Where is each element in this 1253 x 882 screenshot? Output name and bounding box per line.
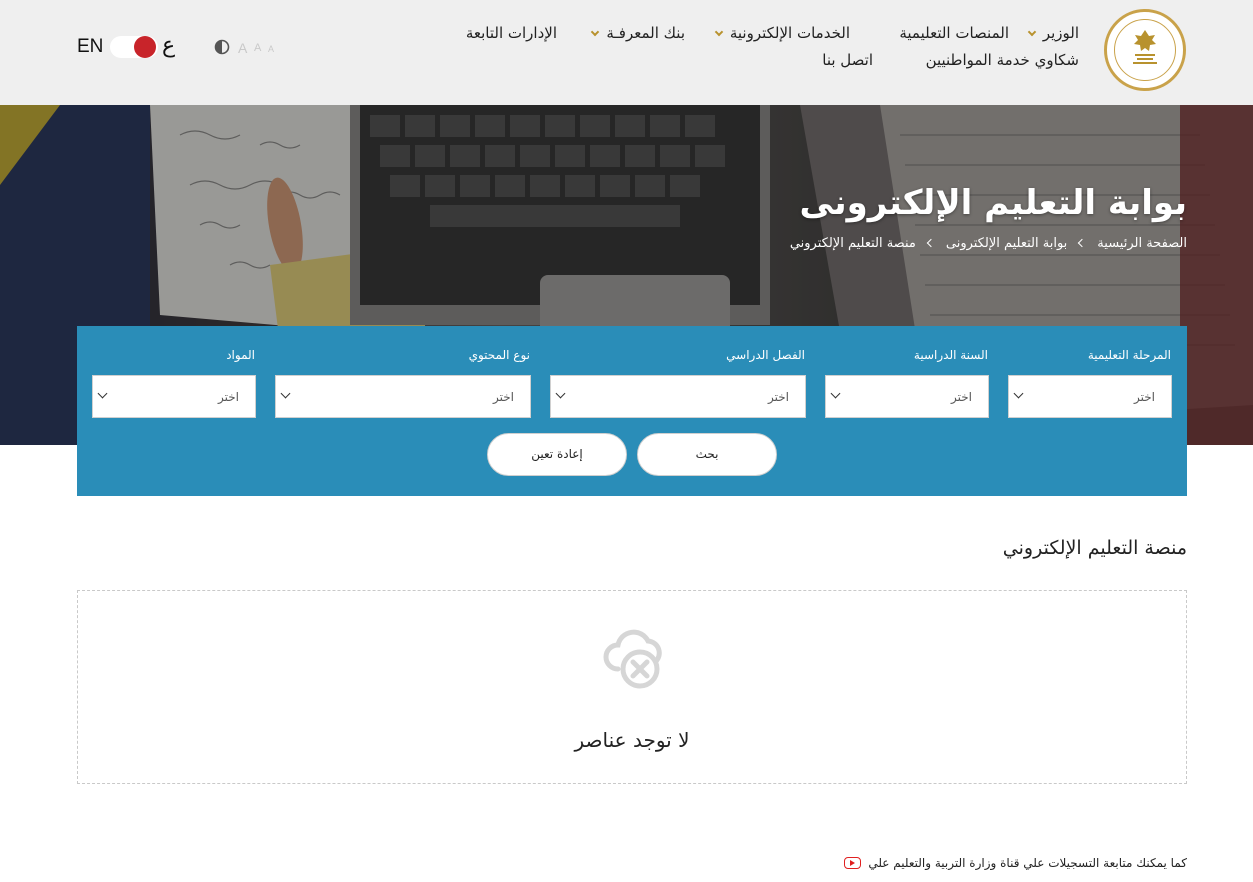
language-toggle[interactable] xyxy=(110,36,158,58)
footer-note: كما يمكنك متابعة التسجيلات علي قناة وزار… xyxy=(843,855,1187,870)
empty-message: لا توجد عناصر xyxy=(574,728,690,752)
chevron-down-icon xyxy=(1013,388,1024,399)
reset-button[interactable]: إعادة تعين xyxy=(487,433,627,476)
chevron-down-icon xyxy=(714,27,724,37)
nav-knowledge-bank[interactable]: بنك المعرفـة xyxy=(591,24,685,42)
chevron-left-icon xyxy=(926,238,936,248)
chevron-down-icon xyxy=(280,388,291,399)
year-label: السنة الدراسية xyxy=(913,348,988,362)
nav-educational-platforms[interactable]: المنصات التعليمية xyxy=(899,24,1009,42)
breadcrumb-elearning-portal[interactable]: بوابة التعليم الإلكترونى xyxy=(946,236,1067,251)
subjects-select[interactable]: اختر xyxy=(92,375,256,418)
filter-panel: المرحلة التعليمية اختر السنة الدراسية اخ… xyxy=(77,326,1187,496)
year-select[interactable]: اختر xyxy=(825,375,989,418)
lang-ar-label[interactable]: ع xyxy=(162,33,175,58)
chevron-down-icon xyxy=(1027,27,1037,37)
section-title: منصة التعليم الإلكتروني xyxy=(1002,537,1187,559)
stage-select[interactable]: اختر xyxy=(1008,375,1172,418)
search-button[interactable]: بحث xyxy=(637,433,777,476)
ministry-logo-icon[interactable] xyxy=(1104,9,1186,91)
youtube-icon[interactable] xyxy=(843,857,861,869)
no-items-cloud-icon xyxy=(603,629,662,689)
content-type-select[interactable]: اختر xyxy=(275,375,531,418)
term-select[interactable]: اختر xyxy=(550,375,806,418)
chevron-down-icon xyxy=(97,388,108,399)
toggle-knob xyxy=(134,36,156,58)
nav-contact-us[interactable]: اتصل بنا xyxy=(822,51,873,69)
site-header: الوزير المنصات التعليمية الخدمات الإلكتر… xyxy=(0,0,1253,105)
empty-state-box: لا توجد عناصر xyxy=(77,590,1187,784)
lang-en-label[interactable]: EN xyxy=(77,36,103,58)
content-type-label: نوع المحتوي xyxy=(468,348,530,362)
nav-citizen-complaints[interactable]: شكاوي خدمة المواطنيين xyxy=(926,51,1079,69)
breadcrumb-home[interactable]: الصفحة الرئيسية xyxy=(1097,236,1187,251)
font-size-small[interactable]: A xyxy=(268,44,274,54)
font-size-large[interactable]: A xyxy=(238,40,247,56)
breadcrumb: الصفحة الرئيسية بوابة التعليم الإلكترونى م… xyxy=(790,236,1187,251)
subjects-label: المواد xyxy=(226,348,255,362)
nav-e-services[interactable]: الخدمات الإلكترونية xyxy=(714,24,850,42)
page-title: بوابة التعليم الإلكترونى xyxy=(799,183,1187,223)
chevron-down-icon xyxy=(555,388,566,399)
font-size-medium[interactable]: A xyxy=(254,42,261,54)
footer-note-text: كما يمكنك متابعة التسجيلات علي قناة وزار… xyxy=(868,856,1187,870)
breadcrumb-current: منصة التعليم الإلكتروني xyxy=(789,236,916,251)
chevron-left-icon xyxy=(1078,238,1087,248)
contrast-icon[interactable] xyxy=(214,39,230,55)
nav-minister[interactable]: الوزير xyxy=(1027,24,1079,42)
stage-label: المرحلة التعليمية xyxy=(1087,348,1171,362)
term-label: الفصل الدراسي xyxy=(726,348,805,362)
chevron-down-icon xyxy=(830,388,841,399)
nav-affiliated-departments[interactable]: الإدارات التابعة xyxy=(466,24,557,42)
chevron-down-icon xyxy=(591,27,600,37)
